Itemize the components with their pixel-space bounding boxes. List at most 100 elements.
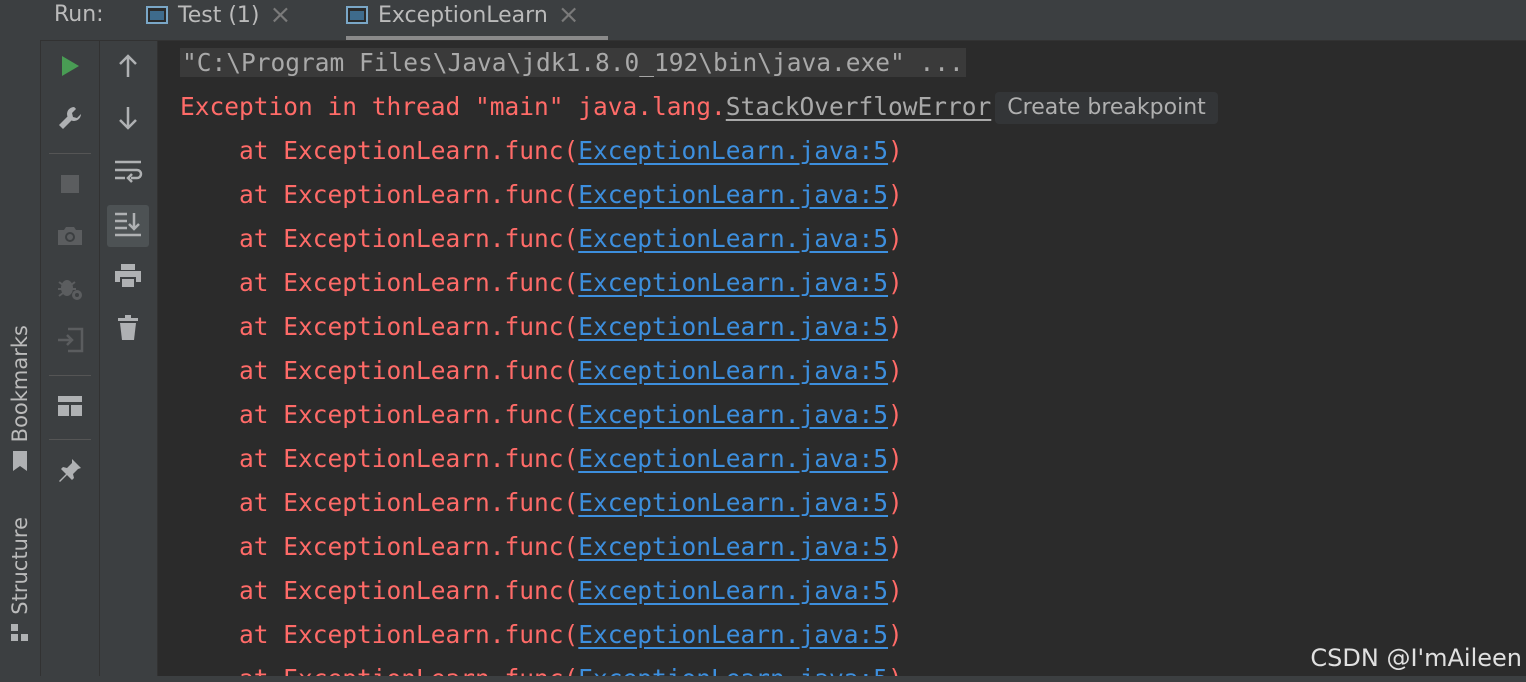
frame-method: at ExceptionLearn.func( [180, 312, 579, 341]
next-occurrence-button[interactable] [107, 99, 149, 141]
run-label: Run: [54, 2, 104, 27]
toolbar-separator [49, 153, 91, 154]
exit-icon [56, 327, 84, 357]
source-link[interactable]: ExceptionLearn.java:5 [578, 620, 888, 649]
stack-frame-line: at ExceptionLearn.func(ExceptionLearn.ja… [180, 525, 903, 569]
frame-suffix: ) [888, 268, 903, 297]
stack-frame-line: at ExceptionLearn.func(ExceptionLearn.ja… [180, 217, 903, 261]
console-output[interactable]: "C:\Program Files\Java\jdk1.8.0_192\bin\… [158, 41, 1526, 682]
debug-settings-button[interactable] [49, 269, 91, 311]
stack-frame-line: at ExceptionLearn.func(ExceptionLearn.ja… [180, 261, 903, 305]
layout-icon [57, 395, 83, 421]
exception-class-link[interactable]: StackOverflowError [726, 92, 992, 121]
frame-suffix: ) [888, 444, 903, 473]
side-tool-strip: Bookmarks Structure [0, 0, 41, 682]
close-icon[interactable]: × [269, 2, 291, 28]
frame-suffix: ) [888, 180, 903, 209]
structure-icon [10, 623, 30, 647]
stack-frame-line: at ExceptionLearn.func(ExceptionLearn.ja… [180, 129, 903, 173]
create-breakpoint-link[interactable]: Create breakpoint [995, 92, 1218, 124]
print-icon [114, 263, 142, 293]
source-link[interactable]: ExceptionLearn.java:5 [578, 224, 888, 253]
stack-frame-line: at ExceptionLearn.func(ExceptionLearn.ja… [180, 173, 903, 217]
frame-suffix: ) [888, 576, 903, 605]
debug-settings-icon [56, 274, 84, 306]
stack-frame-line: at ExceptionLearn.func(ExceptionLearn.ja… [180, 569, 903, 613]
run-toolbar-secondary [100, 41, 158, 682]
frame-method: at ExceptionLearn.func( [180, 136, 579, 165]
frame-suffix: ) [888, 136, 903, 165]
tab-exceptionlearn[interactable]: ExceptionLearn × [346, 0, 608, 40]
frame-suffix: ) [888, 312, 903, 341]
frame-method: at ExceptionLearn.func( [180, 400, 579, 429]
toolbar-separator [49, 375, 91, 376]
bookmarks-tool-tab[interactable]: Bookmarks [0, 318, 40, 483]
source-link[interactable]: ExceptionLearn.java:5 [578, 180, 888, 209]
frame-method: at ExceptionLearn.func( [180, 532, 579, 561]
source-link[interactable]: ExceptionLearn.java:5 [578, 488, 888, 517]
structure-label: Structure [8, 517, 32, 615]
frame-method: at ExceptionLearn.func( [180, 356, 579, 385]
frame-method: at ExceptionLearn.func( [180, 444, 579, 473]
frame-method: at ExceptionLearn.func( [180, 224, 579, 253]
window-icon [346, 6, 368, 24]
frame-suffix: ) [888, 620, 903, 649]
console-line-command: "C:\Program Files\Java\jdk1.8.0_192\bin\… [180, 41, 966, 85]
bookmarks-label: Bookmarks [8, 324, 32, 443]
source-link[interactable]: ExceptionLearn.java:5 [578, 356, 888, 385]
print-button[interactable] [107, 257, 149, 299]
previous-occurrence-button[interactable] [107, 47, 149, 89]
frame-method: at ExceptionLearn.func( [180, 620, 579, 649]
stack-frame-line: at ExceptionLearn.func(ExceptionLearn.ja… [180, 481, 903, 525]
source-link[interactable]: ExceptionLearn.java:5 [578, 576, 888, 605]
exit-button[interactable] [49, 321, 91, 363]
source-link[interactable]: ExceptionLearn.java:5 [578, 136, 888, 165]
pin-tab-button[interactable] [49, 451, 91, 493]
wrench-icon [57, 105, 83, 135]
frame-suffix: ) [888, 488, 903, 517]
source-link[interactable]: ExceptionLearn.java:5 [578, 400, 888, 429]
frame-suffix: ) [888, 224, 903, 253]
close-icon[interactable]: × [558, 2, 580, 28]
up-arrow-icon [117, 53, 139, 83]
structure-tool-tab[interactable]: Structure [0, 512, 40, 652]
down-arrow-icon [117, 105, 139, 135]
frame-suffix: ) [888, 400, 903, 429]
tab-test-1[interactable]: Test (1) × [146, 0, 291, 40]
frame-suffix: ) [888, 532, 903, 561]
stack-frame-line: at ExceptionLearn.func(ExceptionLearn.ja… [180, 393, 903, 437]
restore-layout-button[interactable] [49, 387, 91, 429]
scroll-to-end-button[interactable] [107, 205, 149, 247]
dump-threads-button[interactable] [49, 217, 91, 259]
source-link[interactable]: ExceptionLearn.java:5 [578, 268, 888, 297]
stop-icon [60, 174, 80, 198]
scroll-to-end-icon [113, 211, 143, 241]
clear-all-button[interactable] [107, 309, 149, 351]
pin-icon [57, 457, 83, 487]
watermark: CSDN @I'mAileen [1310, 644, 1522, 672]
stop-button[interactable] [49, 165, 91, 207]
rerun-button[interactable] [49, 47, 91, 89]
tab-label: ExceptionLearn [378, 2, 548, 28]
console-line-exception: Exception in thread "main" java.lang.Sta… [180, 85, 1218, 129]
edit-configuration-button[interactable] [49, 99, 91, 141]
toolbar-separator [49, 439, 91, 440]
frame-method: at ExceptionLearn.func( [180, 180, 579, 209]
source-link[interactable]: ExceptionLearn.java:5 [578, 444, 888, 473]
exception-prefix: Exception in thread "main" java.lang. [180, 92, 726, 121]
rerun-icon [59, 54, 81, 82]
tab-label: Test (1) [178, 2, 260, 28]
camera-icon [56, 225, 84, 251]
frame-method: at ExceptionLearn.func( [180, 268, 579, 297]
source-link[interactable]: ExceptionLearn.java:5 [578, 312, 888, 341]
stack-frame-line: at ExceptionLearn.func(ExceptionLearn.ja… [180, 305, 903, 349]
bottom-status-strip [0, 676, 1526, 682]
source-link[interactable]: ExceptionLearn.java:5 [578, 532, 888, 561]
command-text: "C:\Program Files\Java\jdk1.8.0_192\bin\… [180, 48, 966, 77]
active-tab-indicator [346, 36, 608, 40]
run-tool-window-header: Run: Test (1) × ExceptionLearn × [40, 0, 1526, 41]
soft-wrap-button[interactable] [107, 153, 149, 195]
window-icon [146, 6, 168, 24]
stack-frame-line: at ExceptionLearn.func(ExceptionLearn.ja… [180, 349, 903, 393]
stack-frame-line: at ExceptionLearn.func(ExceptionLearn.ja… [180, 437, 903, 481]
